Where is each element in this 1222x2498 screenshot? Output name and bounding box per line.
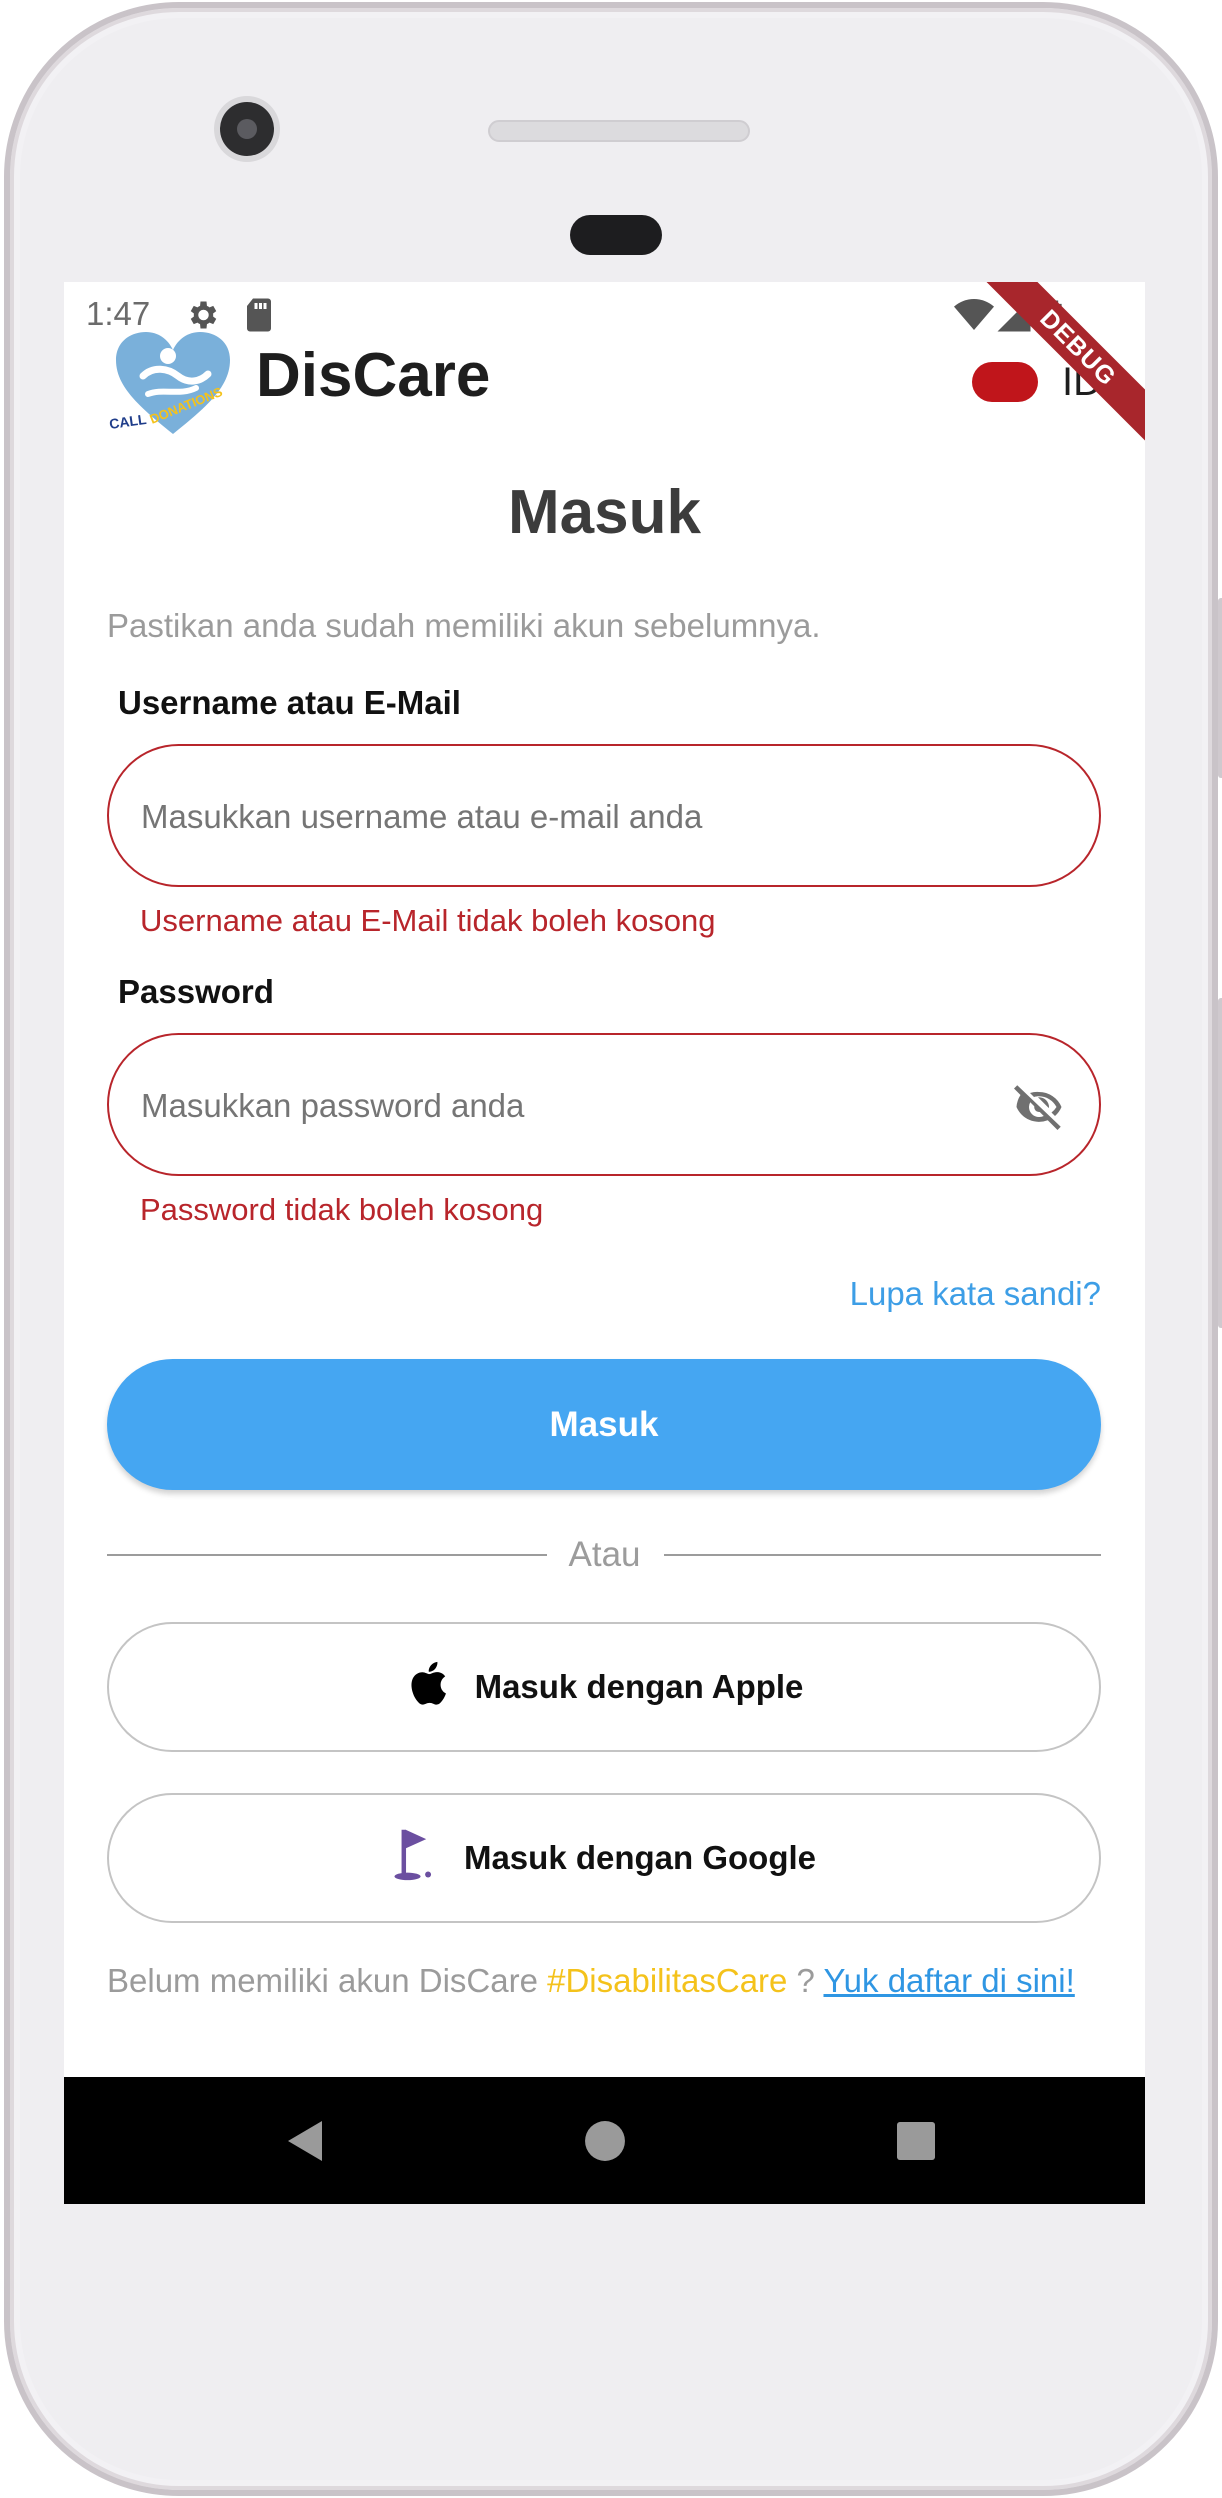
- question-mark: ?: [787, 1962, 824, 1999]
- app-screen: 1:47 CALL DONATIONS DisCare ID DEBUG Mas…: [64, 282, 1145, 2204]
- power-button: [1218, 598, 1222, 778]
- discare-logo: CALL DONATIONS: [108, 326, 238, 442]
- username-error: Username atau E-Mail tidak boleh kosong: [140, 903, 716, 938]
- register-link[interactable]: Yuk daftar di sini!: [823, 1962, 1074, 1999]
- golf-flag-icon: [392, 1826, 438, 1890]
- register-prompt: Belum memiliki akun DisCare #Disabilitas…: [107, 1962, 1075, 2000]
- page-title: Masuk: [508, 478, 701, 547]
- back-icon[interactable]: [286, 2119, 326, 2168]
- volume-button: [1218, 998, 1222, 1328]
- username-field[interactable]: [107, 744, 1101, 887]
- apple-signin-label: Masuk dengan Apple: [474, 1668, 804, 1705]
- register-text: Belum memiliki akun DisCare: [107, 1962, 548, 1999]
- google-signin-label: Masuk dengan Google: [463, 1839, 817, 1876]
- svg-text:CALL: CALL: [108, 411, 148, 432]
- recents-icon[interactable]: [897, 2122, 935, 2165]
- forgot-password-link[interactable]: Lupa kata sandi?: [850, 1275, 1101, 1313]
- google-signin-button[interactable]: Masuk dengan Google: [107, 1793, 1101, 1923]
- app-brand-title: DisCare: [256, 341, 491, 410]
- proximity-sensor: [570, 215, 662, 255]
- app-bar: CALL DONATIONS DisCare ID: [64, 320, 1145, 450]
- home-icon[interactable]: [584, 2120, 626, 2167]
- hashtag-text: #DisabilitasCare: [547, 1962, 788, 1999]
- system-nav-bar: [64, 2077, 1145, 2204]
- language-toggle[interactable]: [972, 362, 1038, 402]
- login-button[interactable]: Masuk: [107, 1359, 1101, 1490]
- earpiece-speaker: [488, 120, 750, 142]
- apple-icon: [405, 1658, 449, 1716]
- password-field[interactable]: [107, 1033, 1101, 1176]
- visibility-off-icon[interactable]: [1009, 1077, 1069, 1142]
- front-camera: [220, 102, 274, 156]
- password-label: Password: [118, 973, 274, 1010]
- divider-right: [664, 1554, 1101, 1556]
- username-input[interactable]: [139, 746, 963, 887]
- page-subtitle: Pastikan anda sudah memiliki akun sebelu…: [107, 607, 821, 644]
- password-error: Password tidak boleh kosong: [140, 1192, 544, 1227]
- username-label: Username atau E-Mail: [118, 684, 461, 721]
- apple-signin-button[interactable]: Masuk dengan Apple: [107, 1622, 1101, 1752]
- password-input[interactable]: [139, 1035, 963, 1176]
